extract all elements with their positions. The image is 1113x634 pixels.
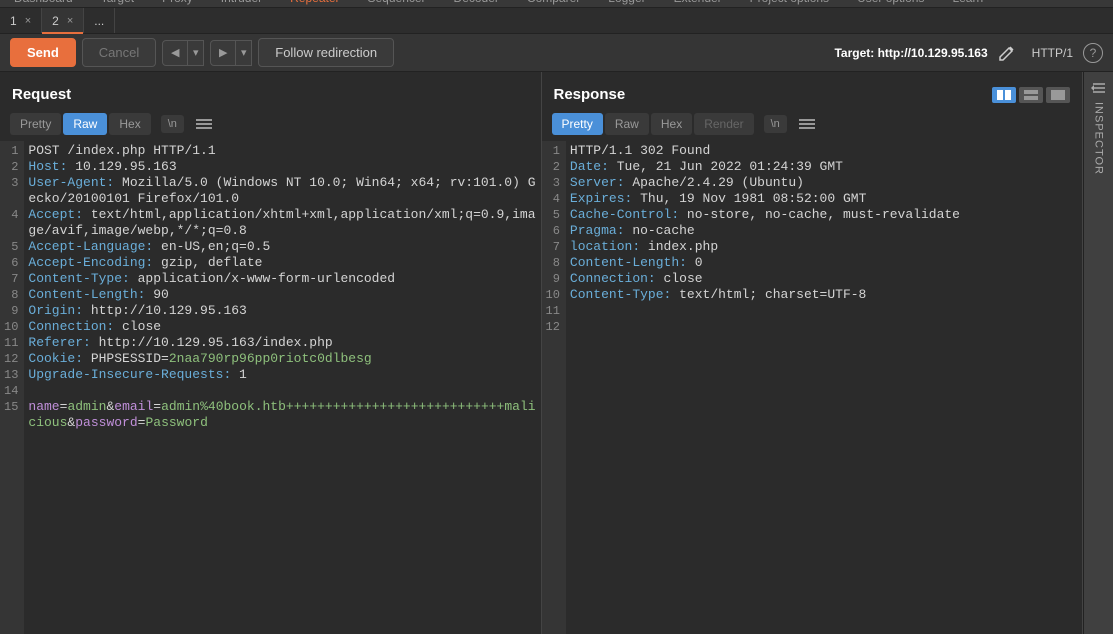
code-line[interactable]: Accept-Encoding: gzip, deflate bbox=[28, 255, 536, 271]
repeater-tabs: 1×2×... bbox=[0, 8, 1113, 34]
code-line[interactable]: Content-Length: 0 bbox=[570, 255, 1078, 271]
toolbar: Send Cancel ◀ ▾ ▶ ▾ Follow redirection T… bbox=[0, 34, 1113, 72]
nav-intruder[interactable]: Intruder bbox=[207, 0, 276, 7]
code-line[interactable]: Accept-Language: en-US,en;q=0.5 bbox=[28, 239, 536, 255]
code-line[interactable]: Expires: Thu, 19 Nov 1981 08:52:00 GMT bbox=[570, 191, 1078, 207]
nav-decoder[interactable]: Decoder bbox=[440, 0, 513, 7]
top-nav: DashboardTargetProxyIntruderRepeaterSequ… bbox=[0, 0, 1113, 8]
layout-tabs-icon[interactable] bbox=[1046, 87, 1070, 103]
target-label: Target: http://10.129.95.163 bbox=[834, 46, 987, 60]
inspector-label: INSPECTOR bbox=[1093, 102, 1105, 175]
history-back-button[interactable]: ◀ bbox=[162, 40, 188, 66]
code-line[interactable]: Host: 10.129.95.163 bbox=[28, 159, 536, 175]
request-title: Request bbox=[12, 86, 71, 103]
code-line[interactable]: Upgrade-Insecure-Requests: 1 bbox=[28, 367, 536, 383]
nav-dashboard[interactable]: Dashboard bbox=[0, 0, 87, 7]
history-forward-group: ▶ ▾ bbox=[210, 40, 252, 66]
cancel-button[interactable]: Cancel bbox=[82, 38, 156, 67]
nav-comparer[interactable]: Comparer bbox=[513, 0, 594, 7]
help-icon[interactable]: ? bbox=[1083, 43, 1103, 63]
close-icon[interactable]: × bbox=[25, 15, 31, 27]
request-subtabs: PrettyRawHex \n bbox=[0, 113, 541, 141]
code-line[interactable] bbox=[570, 319, 1078, 335]
code-line[interactable]: Cookie: PHPSESSID=2naa790rp96pp0riotc0dl… bbox=[28, 351, 536, 367]
subtab-raw[interactable]: Raw bbox=[63, 113, 107, 135]
nav-repeater[interactable]: Repeater bbox=[276, 0, 353, 7]
history-back-group: ◀ ▾ bbox=[162, 40, 204, 66]
nav-learn[interactable]: Learn bbox=[938, 0, 997, 7]
response-title: Response bbox=[554, 86, 626, 103]
code-line[interactable]: HTTP/1.1 302 Found bbox=[570, 143, 1078, 159]
sidebar-toggle-icon[interactable] bbox=[1091, 82, 1107, 94]
request-gutter: 123 4 56789101112131415 bbox=[0, 141, 24, 634]
code-line[interactable]: Origin: http://10.129.95.163 bbox=[28, 303, 536, 319]
subtab-hex[interactable]: Hex bbox=[109, 113, 150, 135]
response-gutter: 123456789101112 bbox=[542, 141, 566, 634]
edit-target-icon[interactable] bbox=[998, 44, 1016, 62]
tab-1[interactable]: 1× bbox=[0, 8, 42, 33]
tab-...[interactable]: ... bbox=[84, 8, 115, 33]
code-line[interactable]: Content-Length: 90 bbox=[28, 287, 536, 303]
subtab-raw[interactable]: Raw bbox=[605, 113, 649, 135]
nav-proxy[interactable]: Proxy bbox=[148, 0, 207, 7]
close-icon[interactable]: × bbox=[67, 15, 73, 27]
main-area: Request PrettyRawHex\n 123 4 56789101112… bbox=[0, 72, 1113, 634]
code-line[interactable]: POST /index.php HTTP/1.1 bbox=[28, 143, 536, 159]
code-line[interactable]: Connection: close bbox=[28, 319, 536, 335]
subtab-render[interactable]: Render bbox=[694, 113, 753, 135]
layout-buttons bbox=[992, 87, 1070, 103]
code-line[interactable]: Accept: text/html,application/xhtml+xml,… bbox=[28, 207, 536, 239]
code-line[interactable]: Content-Type: application/x-www-form-url… bbox=[28, 271, 536, 287]
newline-toggle[interactable]: \n bbox=[161, 115, 184, 133]
code-line[interactable] bbox=[570, 303, 1078, 319]
request-code[interactable]: POST /index.php HTTP/1.1Host: 10.129.95.… bbox=[24, 141, 540, 634]
code-line[interactable] bbox=[28, 383, 536, 399]
inspector-sidebar[interactable]: INSPECTOR bbox=[1083, 72, 1113, 634]
send-button[interactable]: Send bbox=[10, 38, 76, 67]
nav-target[interactable]: Target bbox=[87, 0, 148, 7]
code-line[interactable]: Connection: close bbox=[570, 271, 1078, 287]
code-line[interactable]: Server: Apache/2.4.29 (Ubuntu) bbox=[570, 175, 1078, 191]
history-forward-dropdown[interactable]: ▾ bbox=[236, 40, 252, 66]
nav-sequencer[interactable]: Sequencer bbox=[354, 0, 440, 7]
subtab-pretty[interactable]: Pretty bbox=[552, 113, 603, 135]
response-pane: Response PrettyRawHexRender \n 1234567891… bbox=[542, 72, 1084, 634]
code-line[interactable]: Cache-Control: no-store, no-cache, must-… bbox=[570, 207, 1078, 223]
code-line[interactable]: User-Agent: Mozilla/5.0 (Windows NT 10.0… bbox=[28, 175, 536, 207]
code-line[interactable]: name=admin&email=admin%40book.htb+++++++… bbox=[28, 399, 536, 431]
response-subtabs: PrettyRawHexRender \n bbox=[542, 113, 1083, 141]
menu-icon[interactable] bbox=[196, 119, 212, 129]
layout-rows-icon[interactable] bbox=[1019, 87, 1043, 103]
code-line[interactable]: Date: Tue, 21 Jun 2022 01:24:39 GMT bbox=[570, 159, 1078, 175]
nav-extender[interactable]: Extender bbox=[660, 0, 736, 7]
nav-user-options[interactable]: User options bbox=[843, 0, 938, 7]
subtab-pretty[interactable]: Pretty bbox=[10, 113, 61, 135]
code-line[interactable]: Referer: http://10.129.95.163/index.php bbox=[28, 335, 536, 351]
request-editor[interactable]: 123 4 56789101112131415 POST /index.php … bbox=[0, 141, 541, 634]
newline-toggle[interactable]: \n bbox=[764, 115, 787, 133]
nav-logger[interactable]: Logger bbox=[594, 0, 659, 7]
code-line[interactable]: location: index.php bbox=[570, 239, 1078, 255]
menu-icon[interactable] bbox=[799, 119, 815, 129]
response-code[interactable]: HTTP/1.1 302 FoundDate: Tue, 21 Jun 2022… bbox=[566, 141, 1082, 634]
request-pane: Request PrettyRawHex \n 123 4 56789101112… bbox=[0, 72, 542, 634]
history-forward-button[interactable]: ▶ bbox=[210, 40, 236, 66]
layout-columns-icon[interactable] bbox=[992, 87, 1016, 103]
code-line[interactable]: Content-Type: text/html; charset=UTF-8 bbox=[570, 287, 1078, 303]
follow-redirection-button[interactable]: Follow redirection bbox=[258, 38, 394, 67]
tab-2[interactable]: 2× bbox=[42, 8, 84, 33]
http-version-label[interactable]: HTTP/1 bbox=[1032, 46, 1073, 60]
code-line[interactable]: Pragma: no-cache bbox=[570, 223, 1078, 239]
subtab-hex[interactable]: Hex bbox=[651, 113, 692, 135]
nav-project-options[interactable]: Project options bbox=[736, 0, 843, 7]
response-editor[interactable]: 123456789101112 HTTP/1.1 302 FoundDate: … bbox=[542, 141, 1083, 634]
history-back-dropdown[interactable]: ▾ bbox=[188, 40, 204, 66]
